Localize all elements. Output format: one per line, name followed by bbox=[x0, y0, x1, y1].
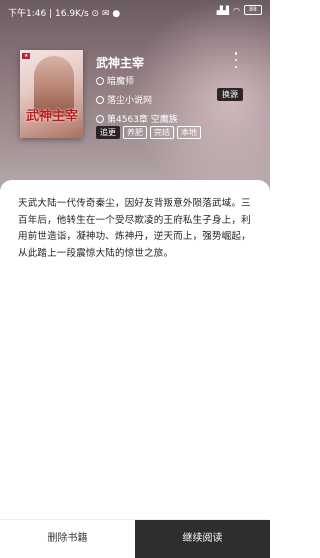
source-row: 落尘小说网 bbox=[96, 93, 152, 106]
globe-icon bbox=[96, 95, 104, 104]
source-name: 落尘小说网 bbox=[107, 96, 153, 106]
book-header: 下午1:46 | 16.9K/s ⊙ ✉ ● ▟▟ ◠ 88 ★ 武神主宰 武神… bbox=[0, 0, 270, 190]
latest-chapter: 第4563章 空魔族 bbox=[107, 115, 178, 125]
author-row: 暗魔师 bbox=[96, 74, 134, 87]
book-cover[interactable]: ★ 武神主宰 bbox=[20, 50, 83, 138]
delete-book-button[interactable]: 删除书籍 bbox=[0, 520, 135, 558]
switch-source-button[interactable]: 换源 bbox=[217, 88, 243, 101]
tag-fatten[interactable]: 养肥 bbox=[123, 126, 147, 139]
notification-icons: ⊙ ✉ ● bbox=[91, 9, 121, 19]
book-introduction: 天武大陆一代传奇秦尘，因好友背叛意外陨落武域。三百年后，他转生在一个受尽欺凌的王… bbox=[18, 198, 251, 259]
cover-title: 武神主宰 bbox=[25, 109, 78, 124]
tag-follow[interactable]: 追更 bbox=[96, 126, 120, 139]
signal-icon: ▟▟ bbox=[216, 5, 230, 15]
author-icon bbox=[96, 76, 104, 85]
book-tags: 追更 养肥 完结 本地 bbox=[96, 126, 201, 139]
status-time: 下午1:46 bbox=[8, 9, 47, 19]
status-network-speed: 16.9K/s bbox=[55, 9, 89, 19]
cover-badge-icon: ★ bbox=[22, 53, 31, 59]
book-title: 武神主宰 bbox=[96, 56, 145, 70]
status-bar: 下午1:46 | 16.9K/s ⊙ ✉ ● ▟▟ ◠ 88 bbox=[0, 0, 270, 22]
chapter-row: 第4563章 空魔族 bbox=[96, 112, 178, 125]
compass-icon bbox=[96, 114, 104, 123]
status-left: 下午1:46 | 16.9K/s ⊙ ✉ ● bbox=[8, 6, 120, 19]
wifi-icon: ◠ bbox=[233, 5, 240, 15]
status-right: ▟▟ ◠ 88 bbox=[217, 5, 262, 15]
continue-reading-button[interactable]: 继续阅读 bbox=[135, 520, 270, 558]
author-name: 暗魔师 bbox=[107, 77, 135, 87]
tag-local[interactable]: 本地 bbox=[177, 126, 201, 139]
bottom-action-bar: 删除书籍 继续阅读 bbox=[0, 519, 270, 558]
more-options-icon[interactable] bbox=[232, 52, 240, 68]
battery-level: 88 bbox=[249, 6, 257, 13]
battery-icon: 88 bbox=[244, 5, 262, 15]
tag-completed[interactable]: 完结 bbox=[150, 126, 174, 139]
